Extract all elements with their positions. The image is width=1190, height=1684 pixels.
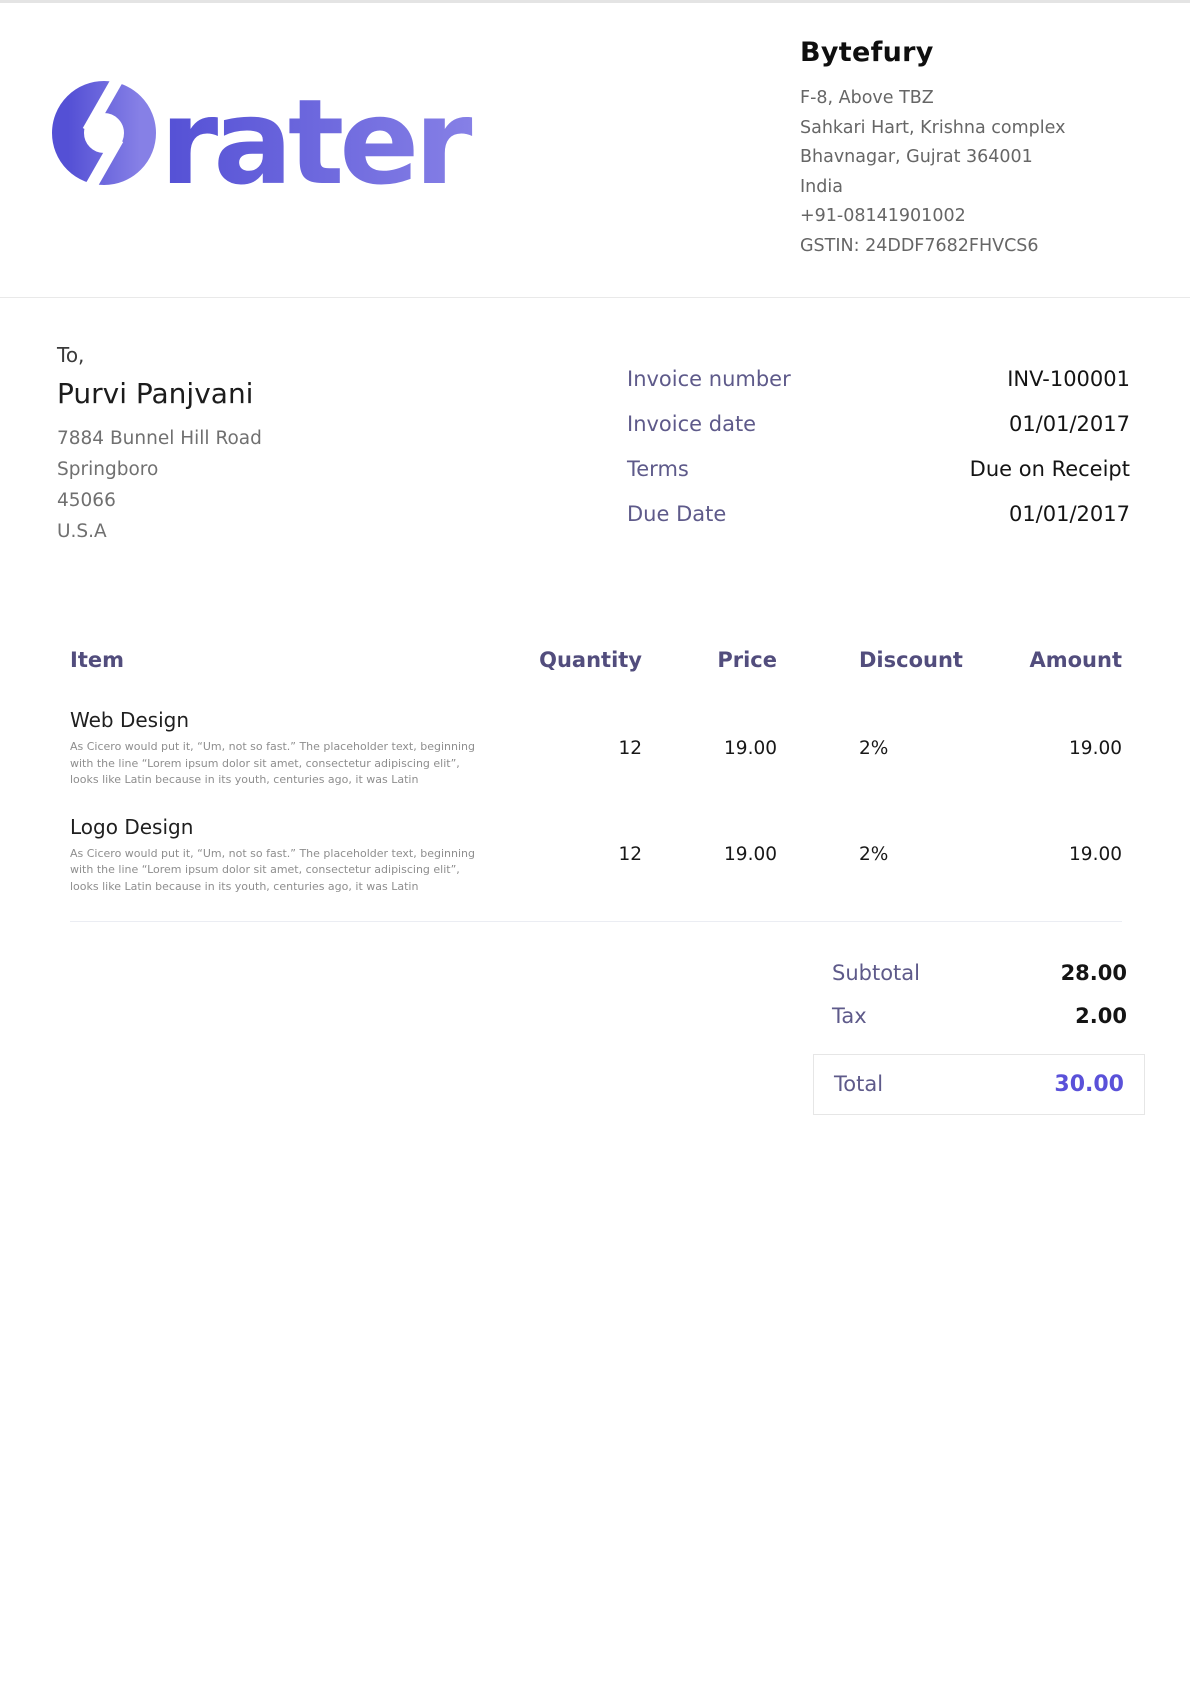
item-price: 19.00 bbox=[642, 844, 777, 865]
company-block: Bytefury F-8, Above TBZ Sahkari Hart, Kr… bbox=[800, 37, 1160, 261]
table-bottom-divider bbox=[70, 921, 1122, 922]
invoice-date-label: Invoice date bbox=[627, 412, 756, 436]
invoice-date-value: 01/01/2017 bbox=[1009, 412, 1130, 436]
crater-logo: rater bbox=[48, 69, 498, 199]
column-header-item: Item bbox=[70, 648, 502, 672]
crater-logo-wordmark: rater bbox=[160, 73, 472, 199]
invoice-number-value: INV-100001 bbox=[1007, 367, 1130, 391]
item-description: As Cicero would put it, “Um, not so fast… bbox=[70, 739, 490, 789]
customer-address-line: 45066 bbox=[57, 485, 262, 516]
terms-value: Due on Receipt bbox=[970, 457, 1130, 481]
terms-label: Terms bbox=[627, 457, 689, 481]
item-discount: 2% bbox=[777, 844, 962, 865]
invoice-meta: Invoice number INV-100001 Invoice date 0… bbox=[627, 367, 1130, 547]
item-quantity: 12 bbox=[502, 844, 642, 865]
tax-value: 2.00 bbox=[1075, 1004, 1127, 1028]
invoice-number-row: Invoice number INV-100001 bbox=[627, 367, 1130, 391]
company-name: Bytefury bbox=[800, 37, 1160, 68]
tax-row: Tax 2.00 bbox=[832, 1004, 1127, 1028]
invoice-date-row: Invoice date 01/01/2017 bbox=[627, 412, 1130, 436]
item-discount: 2% bbox=[777, 738, 962, 759]
subtotal-value: 28.00 bbox=[1061, 961, 1127, 985]
bill-to-block: To, Purvi Panjvani 7884 Bunnel Hill Road… bbox=[57, 343, 262, 547]
company-address-line: Bhavnagar, Gujrat 364001 bbox=[800, 143, 1160, 173]
total-label: Total bbox=[834, 1072, 883, 1096]
due-date-row: Due Date 01/01/2017 bbox=[627, 502, 1130, 526]
due-date-value: 01/01/2017 bbox=[1009, 502, 1130, 526]
invoice-page: rater Bytefury F-8, Above TBZ Sahkari Ha… bbox=[0, 0, 1190, 1684]
item-cell: Web Design As Cicero would put it, “Um, … bbox=[70, 708, 502, 789]
total-box: Total 30.00 bbox=[813, 1054, 1145, 1115]
customer-address-line: U.S.A bbox=[57, 516, 262, 547]
item-price: 19.00 bbox=[642, 738, 777, 759]
customer-address-line: 7884 Bunnel Hill Road bbox=[57, 423, 262, 454]
company-address-line: F-8, Above TBZ bbox=[800, 84, 1160, 114]
column-header-discount: Discount bbox=[777, 648, 962, 672]
bill-to-label: To, bbox=[57, 343, 262, 367]
items-table: Item Quantity Price Discount Amount Web … bbox=[70, 648, 1122, 922]
item-amount: 19.00 bbox=[962, 844, 1122, 865]
customer-name: Purvi Panjvani bbox=[57, 377, 262, 410]
tax-label: Tax bbox=[832, 1004, 867, 1028]
item-description: As Cicero would put it, “Um, not so fast… bbox=[70, 846, 490, 896]
column-header-amount: Amount bbox=[962, 648, 1122, 672]
company-phone: +91-08141901002 bbox=[800, 202, 1160, 232]
totals-section: Subtotal 28.00 Tax 2.00 Total 30.00 bbox=[70, 961, 1127, 1115]
item-quantity: 12 bbox=[502, 738, 642, 759]
invoice-number-label: Invoice number bbox=[627, 367, 791, 391]
crater-logo-c-icon bbox=[68, 75, 140, 195]
subtotal-label: Subtotal bbox=[832, 961, 920, 985]
company-address-line: India bbox=[800, 173, 1160, 203]
company-address-line: Sahkari Hart, Krishna complex bbox=[800, 114, 1160, 144]
item-amount: 19.00 bbox=[962, 738, 1122, 759]
terms-row: Terms Due on Receipt bbox=[627, 457, 1130, 481]
company-gstin: GSTIN: 24DDF7682FHVCS6 bbox=[800, 232, 1160, 262]
table-row: Logo Design As Cicero would put it, “Um,… bbox=[70, 815, 1122, 896]
item-cell: Logo Design As Cicero would put it, “Um,… bbox=[70, 815, 502, 896]
column-header-quantity: Quantity bbox=[502, 648, 642, 672]
table-row: Web Design As Cicero would put it, “Um, … bbox=[70, 708, 1122, 789]
item-name: Web Design bbox=[70, 708, 502, 732]
column-header-price: Price bbox=[642, 648, 777, 672]
item-name: Logo Design bbox=[70, 815, 502, 839]
due-date-label: Due Date bbox=[627, 502, 726, 526]
subtotal-row: Subtotal 28.00 bbox=[832, 961, 1127, 985]
customer-address-line: Springboro bbox=[57, 454, 262, 485]
total-value: 30.00 bbox=[1054, 1072, 1124, 1097]
invoice-header: rater Bytefury F-8, Above TBZ Sahkari Ha… bbox=[0, 3, 1190, 298]
items-table-header: Item Quantity Price Discount Amount bbox=[70, 648, 1122, 672]
